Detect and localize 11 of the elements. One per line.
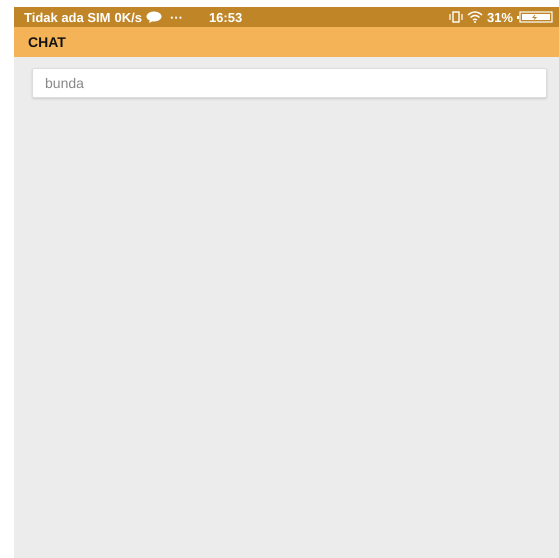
clock-text: 16:53 <box>208 10 242 24</box>
carrier-text: Tidak ada SIM <box>24 10 110 24</box>
vibrate-icon <box>448 11 463 23</box>
speed-text: 0K/s <box>114 10 142 24</box>
chat-bubble-icon <box>146 11 162 23</box>
battery-percent-text: 31% <box>486 10 513 24</box>
wifi-icon <box>466 11 483 23</box>
more-dots-text: ··· <box>170 10 183 24</box>
search-field[interactable]: bunda <box>32 68 547 98</box>
app-bar-title: CHAT <box>28 34 66 50</box>
battery-icon <box>517 11 553 23</box>
